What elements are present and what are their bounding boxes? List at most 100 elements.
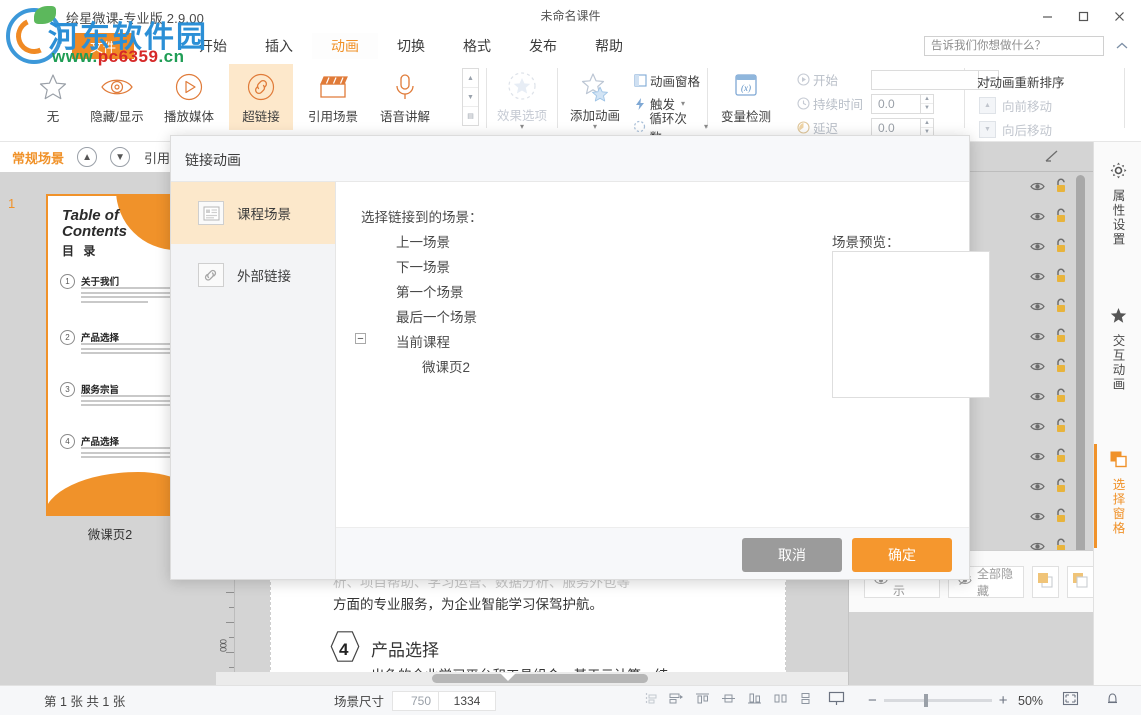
- animation-hide-show-button[interactable]: 隐藏/显示: [85, 64, 149, 130]
- confirm-button[interactable]: 确定: [852, 538, 952, 572]
- eye-icon[interactable]: [1030, 299, 1045, 317]
- zoom-slider-knob[interactable]: [924, 694, 928, 707]
- eye-icon[interactable]: [1030, 209, 1045, 227]
- menu-tab-start[interactable]: 开始: [180, 33, 246, 59]
- chevron-up-icon[interactable]: [1112, 37, 1132, 55]
- menu-tab-animation[interactable]: 动画: [312, 33, 378, 59]
- scene-option-current-course[interactable]: 当前课程: [396, 331, 450, 351]
- selection-scrollbar[interactable]: [1076, 175, 1085, 585]
- section-title[interactable]: 产品选择: [371, 636, 439, 661]
- unlock-icon[interactable]: [1054, 328, 1068, 348]
- align-center-h-icon[interactable]: [669, 692, 684, 710]
- animation-hyperlink-button[interactable]: 超链接: [229, 64, 293, 130]
- animation-none-button[interactable]: 无: [21, 64, 85, 130]
- menu-tab-format[interactable]: 格式: [444, 33, 510, 59]
- zoom-slider[interactable]: [884, 699, 992, 702]
- gallery-expand-icon[interactable]: ▤: [463, 106, 478, 125]
- loop-count-button[interactable]: 循环次数 ▾: [630, 116, 708, 137]
- maximize-icon[interactable]: [1065, 0, 1101, 33]
- distribute-v-icon[interactable]: [799, 692, 812, 710]
- eye-icon[interactable]: [1030, 239, 1045, 257]
- menu-tab-insert[interactable]: 插入: [246, 33, 312, 59]
- unlock-icon[interactable]: [1054, 268, 1068, 288]
- gallery-scroll-down-icon[interactable]: ▼: [463, 87, 478, 106]
- eye-icon[interactable]: [1030, 509, 1045, 527]
- scrollbar-thumb[interactable]: [432, 674, 648, 683]
- dialog-tab-course-scene[interactable]: 课程场景: [171, 182, 335, 244]
- arrow-down-circle-icon[interactable]: ▼: [110, 147, 130, 167]
- scene-option-next[interactable]: 下一场景: [396, 256, 450, 276]
- align-left-icon[interactable]: [645, 692, 658, 710]
- eye-icon[interactable]: [1030, 269, 1045, 287]
- animation-voice-narration-button[interactable]: 语音讲解: [373, 64, 437, 130]
- arrow-up-circle-icon[interactable]: ▲: [77, 147, 97, 167]
- close-icon[interactable]: [1101, 0, 1137, 33]
- align-bottom-icon[interactable]: [747, 692, 762, 710]
- unlock-icon[interactable]: [1054, 238, 1068, 258]
- animation-pane-button[interactable]: 动画窗格: [630, 70, 700, 91]
- align-top-icon[interactable]: [695, 692, 710, 710]
- file-menu-button[interactable]: 文件: [72, 33, 134, 59]
- unlock-icon[interactable]: [1054, 208, 1068, 228]
- selection-scrollbar-thumb[interactable]: [1076, 175, 1085, 567]
- zoom-in-button[interactable]: +: [999, 692, 1008, 709]
- timing-start-select[interactable]: [871, 70, 979, 90]
- gallery-scroll-up-icon[interactable]: ▲: [463, 69, 478, 87]
- tab-reference-scenes[interactable]: 引用: [144, 148, 170, 167]
- menu-tab-transition[interactable]: 切换: [378, 33, 444, 59]
- duration-down-icon[interactable]: ▼: [921, 103, 933, 113]
- scene-height-input[interactable]: 1334: [438, 691, 496, 711]
- dialog-tab-external-link[interactable]: 外部链接: [171, 244, 335, 306]
- unlock-icon[interactable]: [1054, 508, 1068, 528]
- animation-play-media-button[interactable]: 播放媒体: [157, 64, 221, 130]
- minimize-icon[interactable]: [1029, 0, 1065, 33]
- eye-icon[interactable]: [1030, 389, 1045, 407]
- delay-up-icon[interactable]: ▲: [921, 119, 933, 128]
- animation-reference-scene-button[interactable]: 引用场景: [301, 64, 365, 130]
- tree-toggle-icon[interactable]: −: [355, 333, 366, 344]
- unlock-icon[interactable]: [1054, 178, 1068, 198]
- eye-icon[interactable]: [1030, 329, 1045, 347]
- send-back-button[interactable]: [1067, 566, 1094, 598]
- bell-icon[interactable]: [1105, 691, 1120, 711]
- unlock-icon[interactable]: [1054, 478, 1068, 498]
- canvas-horizontal-scrollbar[interactable]: [216, 672, 848, 685]
- scene-option-first[interactable]: 第一个场景: [396, 281, 464, 301]
- timing-duration-input[interactable]: 0.0: [871, 94, 921, 114]
- cancel-button[interactable]: 取消: [742, 538, 842, 572]
- add-animation-button[interactable]: 添加动画 ▾: [563, 64, 627, 130]
- unlock-icon[interactable]: [1054, 388, 1068, 408]
- vtab-selection-pane[interactable]: 选择窗格: [1094, 450, 1141, 536]
- fit-screen-icon[interactable]: [1062, 691, 1079, 711]
- unlock-icon[interactable]: [1054, 448, 1068, 468]
- eye-icon[interactable]: [1030, 479, 1045, 497]
- distribute-h-icon[interactable]: [773, 692, 788, 710]
- unlock-icon[interactable]: [1054, 298, 1068, 318]
- unlock-icon[interactable]: [1054, 418, 1068, 438]
- variable-detect-button[interactable]: (x) 变量检测: [714, 64, 778, 130]
- canvas-text-line-2[interactable]: 方面的专业服务，为企业智能学习保驾护航。: [333, 594, 603, 616]
- menu-tab-help[interactable]: 帮助: [576, 33, 642, 59]
- menu-tab-publish[interactable]: 发布: [510, 33, 576, 59]
- tell-me-input[interactable]: 告诉我们你想做什么？: [924, 36, 1104, 56]
- scene-option-prev[interactable]: 上一场景: [396, 231, 450, 251]
- pen-icon[interactable]: [1044, 149, 1060, 168]
- scene-option-page-2[interactable]: 微课页2: [422, 356, 470, 376]
- zoom-control[interactable]: − +: [868, 692, 1008, 709]
- align-middle-icon[interactable]: [721, 692, 736, 710]
- bring-front-button[interactable]: [1032, 566, 1059, 598]
- eye-icon[interactable]: [1030, 179, 1045, 197]
- timing-duration-stepper[interactable]: ▲▼: [921, 94, 934, 114]
- duration-up-icon[interactable]: ▲: [921, 95, 933, 104]
- tab-normal-scenes[interactable]: 常规场景: [12, 148, 64, 167]
- zoom-out-button[interactable]: −: [868, 692, 877, 709]
- scene-option-last[interactable]: 最后一个场景: [396, 306, 477, 326]
- present-icon[interactable]: [828, 691, 845, 711]
- eye-icon[interactable]: [1030, 449, 1045, 467]
- eye-icon[interactable]: [1030, 359, 1045, 377]
- vtab-interactive-animation[interactable]: 交互动画: [1094, 307, 1141, 392]
- unlock-icon[interactable]: [1054, 358, 1068, 378]
- animation-gallery-scroll[interactable]: ▲ ▼ ▤: [462, 68, 479, 126]
- eye-icon[interactable]: [1030, 419, 1045, 437]
- vtab-properties[interactable]: 属性设置: [1094, 162, 1141, 247]
